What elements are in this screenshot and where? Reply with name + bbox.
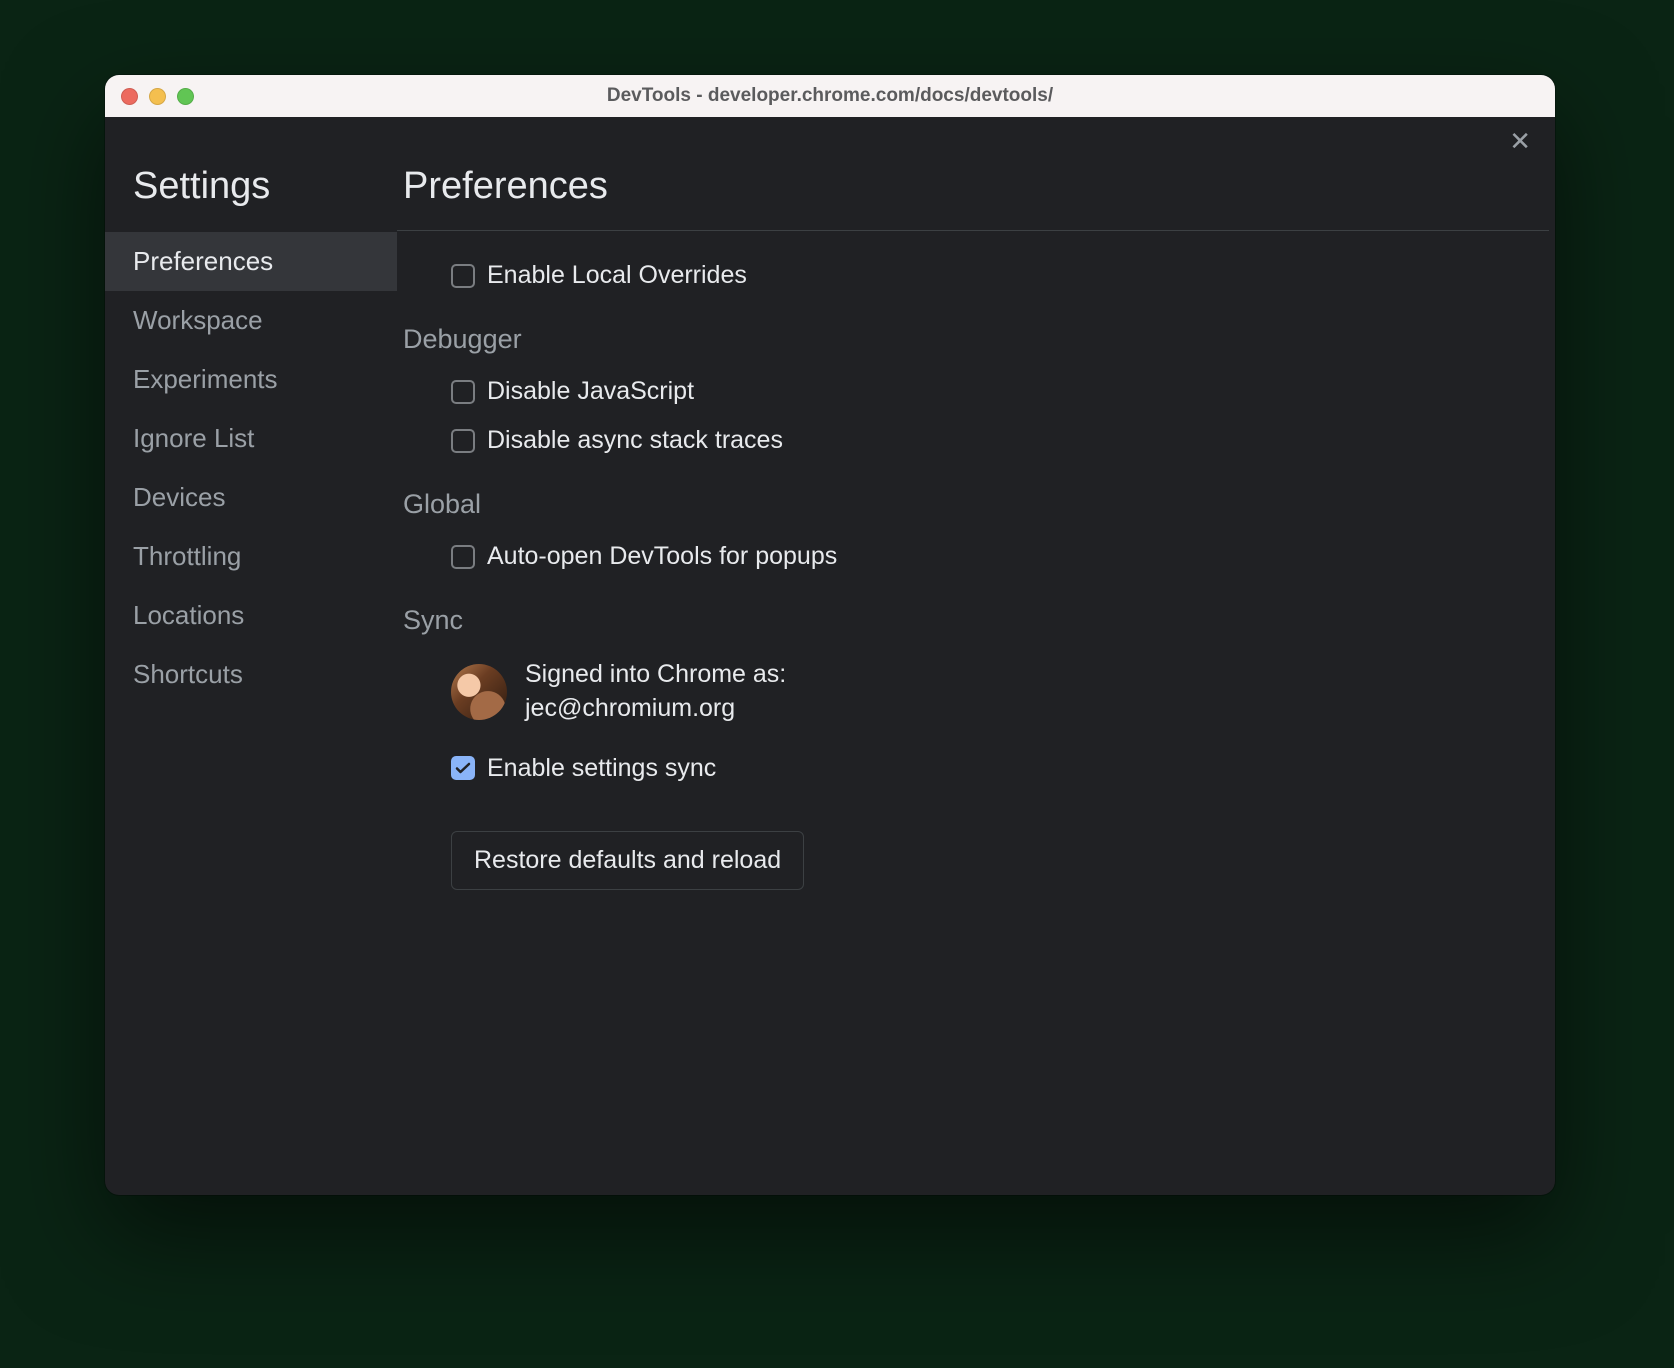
checkbox-label: Disable JavaScript — [487, 377, 694, 406]
checkbox-row-enable-settings-sync[interactable]: Enable settings sync — [451, 754, 1543, 783]
signed-in-label: Signed into Chrome as: — [525, 658, 786, 692]
sidebar-item-label: Throttling — [133, 541, 241, 571]
checkbox-icon[interactable] — [451, 545, 475, 569]
checkbox-label: Enable settings sync — [487, 754, 716, 783]
sidebar-item-preferences[interactable]: Preferences — [105, 232, 397, 291]
section-title-debugger: Debugger — [403, 324, 1543, 355]
settings-sidebar: Settings Preferences Workspace Experimen… — [105, 165, 397, 1195]
sidebar-item-shortcuts[interactable]: Shortcuts — [105, 645, 397, 704]
sidebar-item-locations[interactable]: Locations — [105, 586, 397, 645]
checkbox-label: Auto-open DevTools for popups — [487, 542, 837, 571]
sync-account-row: Signed into Chrome as: jec@chromium.org — [451, 658, 1543, 726]
settings-main: Preferences Enable Local Overrides Debug… — [397, 165, 1555, 1195]
checkbox-icon[interactable] — [451, 756, 475, 780]
checkbox-label: Enable Local Overrides — [487, 261, 747, 290]
checkbox-label: Disable async stack traces — [487, 426, 783, 455]
checkbox-row-auto-open-devtools[interactable]: Auto-open DevTools for popups — [451, 542, 1543, 571]
section-title-sync: Sync — [403, 605, 1543, 636]
sidebar-item-label: Devices — [133, 482, 225, 512]
sidebar-item-label: Shortcuts — [133, 659, 243, 689]
preferences-scroll[interactable]: Enable Local Overrides Debugger Disable … — [397, 230, 1549, 1195]
section-title-global: Global — [403, 489, 1543, 520]
sidebar-item-workspace[interactable]: Workspace — [105, 291, 397, 350]
avatar — [451, 664, 507, 720]
sidebar-item-ignore-list[interactable]: Ignore List — [105, 409, 397, 468]
checkbox-row-disable-javascript[interactable]: Disable JavaScript — [451, 377, 1543, 406]
sidebar-item-label: Ignore List — [133, 423, 254, 453]
sidebar-item-label: Workspace — [133, 305, 263, 335]
settings-body: ✕ Settings Preferences Workspace Experim… — [105, 117, 1555, 1195]
close-row: ✕ — [105, 117, 1555, 165]
window-zoom-dot[interactable] — [177, 88, 194, 105]
sidebar-title: Settings — [133, 165, 397, 208]
titlebar: DevTools - developer.chrome.com/docs/dev… — [105, 75, 1555, 117]
page-title: Preferences — [397, 165, 1549, 208]
window-title: DevTools - developer.chrome.com/docs/dev… — [105, 85, 1555, 107]
signed-in-account: jec@chromium.org — [525, 692, 786, 726]
checkbox-icon[interactable] — [451, 380, 475, 404]
checkbox-row-disable-async-stack-traces[interactable]: Disable async stack traces — [451, 426, 1543, 455]
window-close-dot[interactable] — [121, 88, 138, 105]
close-icon[interactable]: ✕ — [1509, 128, 1531, 154]
checkbox-row-enable-local-overrides[interactable]: Enable Local Overrides — [451, 261, 1543, 290]
checkbox-icon[interactable] — [451, 429, 475, 453]
sync-account-text: Signed into Chrome as: jec@chromium.org — [525, 658, 786, 726]
sidebar-item-devices[interactable]: Devices — [105, 468, 397, 527]
settings-columns: Settings Preferences Workspace Experimen… — [105, 165, 1555, 1195]
devtools-settings-window: DevTools - developer.chrome.com/docs/dev… — [105, 75, 1555, 1195]
window-minimize-dot[interactable] — [149, 88, 166, 105]
sidebar-item-label: Experiments — [133, 364, 278, 394]
window-traffic-lights — [121, 88, 194, 105]
sidebar-item-label: Preferences — [133, 246, 273, 276]
restore-defaults-button[interactable]: Restore defaults and reload — [451, 831, 804, 890]
sidebar-item-throttling[interactable]: Throttling — [105, 527, 397, 586]
checkbox-icon[interactable] — [451, 264, 475, 288]
sidebar-item-experiments[interactable]: Experiments — [105, 350, 397, 409]
sidebar-item-label: Locations — [133, 600, 244, 630]
